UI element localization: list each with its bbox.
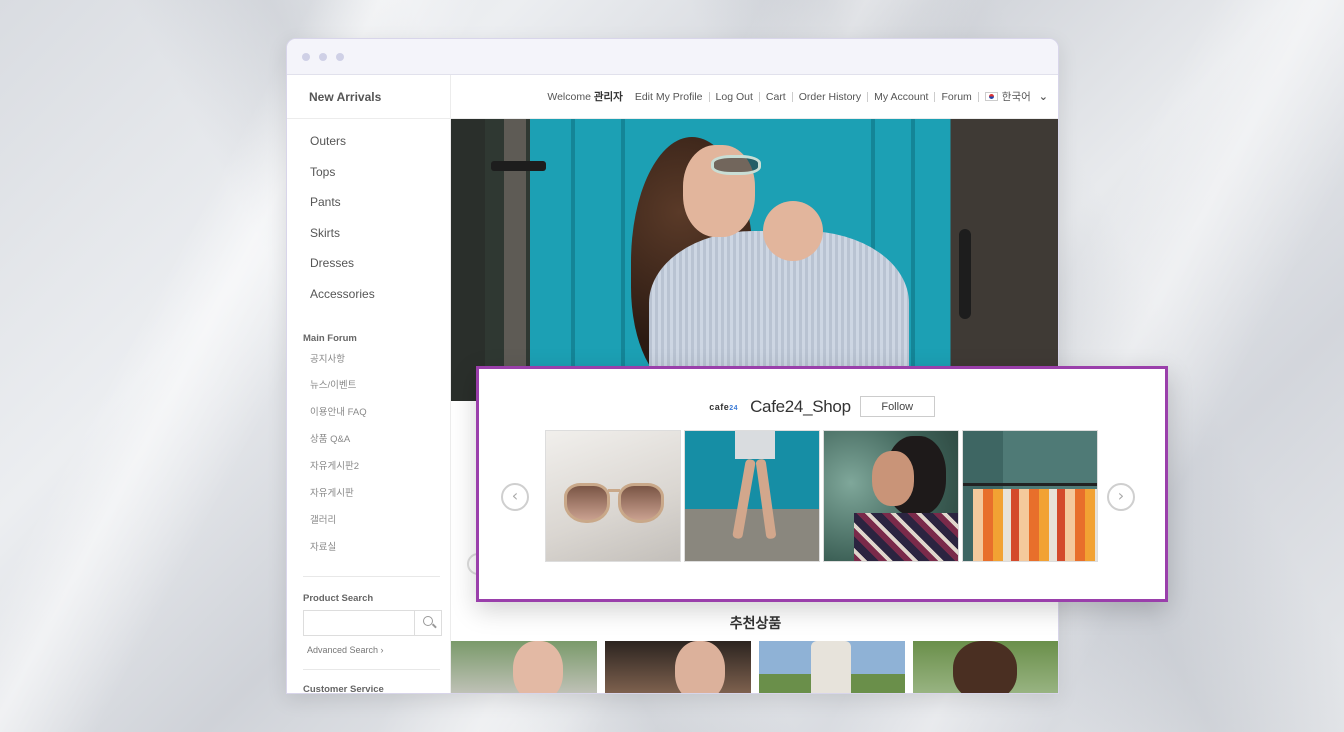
forum-item-qna[interactable]: 상품 Q&A bbox=[287, 433, 450, 460]
recommended-products bbox=[451, 641, 1058, 693]
window-dot-icon bbox=[336, 53, 344, 61]
category-item-dresses[interactable]: Dresses bbox=[287, 256, 450, 287]
door-hinge bbox=[491, 161, 546, 171]
advanced-search-link[interactable]: Advanced Search › bbox=[287, 636, 450, 669]
sunglasses-lens bbox=[564, 483, 610, 523]
feed-item-legs[interactable] bbox=[684, 430, 820, 562]
forum-item-notice[interactable]: 공지사항 bbox=[287, 353, 450, 380]
category-item-pants[interactable]: Pants bbox=[287, 195, 450, 226]
search-button[interactable] bbox=[414, 610, 441, 635]
follow-button[interactable]: Follow bbox=[859, 396, 935, 417]
product-search-title: Product Search bbox=[303, 592, 374, 604]
photo-leg bbox=[732, 458, 756, 540]
sunglasses-icon bbox=[711, 155, 761, 175]
category-list: Outers Tops Pants Skirts Dresses Accesso… bbox=[287, 119, 450, 318]
shop-name[interactable]: Cafe24_Shop bbox=[750, 397, 851, 417]
cafe24-logo: cafe24 bbox=[709, 402, 738, 412]
product-photo bbox=[811, 641, 851, 693]
nav-separator bbox=[708, 91, 710, 102]
edit-profile-link[interactable]: Edit My Profile bbox=[635, 91, 703, 103]
product-search-box bbox=[303, 609, 442, 636]
search-icon-handle bbox=[432, 623, 437, 628]
category-item-outers[interactable]: Outers bbox=[287, 134, 450, 165]
nav-separator bbox=[977, 91, 979, 102]
instagram-feed-widget: cafe24 Cafe24_Shop Follow ‹ › bbox=[476, 366, 1168, 602]
product-thumb[interactable] bbox=[605, 641, 751, 693]
forum-title: Main Forum bbox=[303, 332, 357, 344]
photo-clothes bbox=[973, 489, 1097, 561]
window-dot-icon bbox=[319, 53, 327, 61]
product-thumb[interactable] bbox=[451, 641, 597, 693]
korea-flag-icon bbox=[984, 92, 998, 101]
category-item-skirts[interactable]: Skirts bbox=[287, 226, 450, 257]
sidebar-brand[interactable]: New Arrivals bbox=[287, 75, 450, 119]
top-navigation: Welcome 관리자 Edit My Profile Log Out Cart… bbox=[451, 75, 1058, 119]
my-account-link[interactable]: My Account bbox=[874, 91, 928, 103]
forum-item-free-board-2[interactable]: 자유게시판2 bbox=[287, 460, 450, 487]
photo-shirt bbox=[854, 513, 958, 561]
photo-face bbox=[872, 451, 914, 506]
customer-service-title: Customer Service bbox=[303, 683, 384, 694]
logo-number: 24 bbox=[729, 404, 739, 412]
model-arm bbox=[763, 201, 823, 261]
feed-item-sunglasses[interactable] bbox=[545, 430, 681, 562]
logo-text: cafe bbox=[709, 401, 730, 412]
product-photo bbox=[675, 641, 725, 693]
door-handle bbox=[959, 229, 971, 319]
photo-skirt bbox=[735, 431, 775, 459]
nav-separator bbox=[867, 91, 869, 102]
hero-plank bbox=[571, 119, 575, 401]
widget-header: cafe24 Cafe24_Shop Follow bbox=[479, 396, 1165, 417]
window-titlebar bbox=[287, 39, 1058, 75]
photo-rail bbox=[963, 483, 1097, 486]
forum-item-archive[interactable]: 자료실 bbox=[287, 541, 450, 568]
product-photo bbox=[513, 641, 563, 693]
nav-separator bbox=[934, 91, 936, 102]
category-item-accessories[interactable]: Accessories bbox=[287, 287, 450, 318]
sunglasses-lens bbox=[618, 483, 664, 523]
product-search-input[interactable] bbox=[304, 610, 414, 635]
order-history-link[interactable]: Order History bbox=[799, 91, 861, 103]
forum-item-faq[interactable]: 이용안내 FAQ bbox=[287, 406, 450, 433]
chevron-down-icon[interactable]: ⌄ bbox=[1039, 91, 1048, 102]
sidebar: New Arrivals Outers Tops Pants Skirts Dr… bbox=[287, 75, 451, 694]
hero-plank bbox=[621, 119, 625, 401]
feed-gallery bbox=[545, 430, 1098, 562]
product-thumb[interactable] bbox=[759, 641, 905, 693]
recommended-title: 추천상품 bbox=[729, 615, 782, 631]
feed-item-portrait[interactable] bbox=[823, 430, 959, 562]
window-dot-icon bbox=[302, 53, 310, 61]
logout-link[interactable]: Log Out bbox=[716, 91, 753, 103]
user-name: 관리자 bbox=[593, 91, 623, 103]
hero-banner-image bbox=[451, 119, 1058, 401]
prev-arrow-icon[interactable]: ‹ bbox=[501, 483, 529, 511]
cart-link[interactable]: Cart bbox=[766, 91, 786, 103]
next-arrow-icon[interactable]: › bbox=[1107, 483, 1135, 511]
forum-item-free-board[interactable]: 자유게시판 bbox=[287, 487, 450, 514]
feed-item-clothing-rack[interactable] bbox=[962, 430, 1098, 562]
product-thumb[interactable] bbox=[913, 641, 1058, 693]
forum-item-news[interactable]: 뉴스/이벤트 bbox=[287, 379, 450, 406]
nav-separator bbox=[791, 91, 793, 102]
category-item-tops[interactable]: Tops bbox=[287, 165, 450, 196]
nav-separator bbox=[758, 91, 760, 102]
language-selector[interactable]: 한국어 bbox=[1002, 89, 1031, 104]
forum-link[interactable]: Forum bbox=[941, 91, 971, 103]
hero-plank bbox=[911, 119, 915, 401]
hero-post bbox=[451, 119, 485, 401]
photo-leg bbox=[755, 458, 777, 540]
forum-item-gallery[interactable]: 갤러리 bbox=[287, 514, 450, 541]
product-photo bbox=[953, 641, 1017, 693]
welcome-text: Welcome bbox=[547, 90, 591, 103]
